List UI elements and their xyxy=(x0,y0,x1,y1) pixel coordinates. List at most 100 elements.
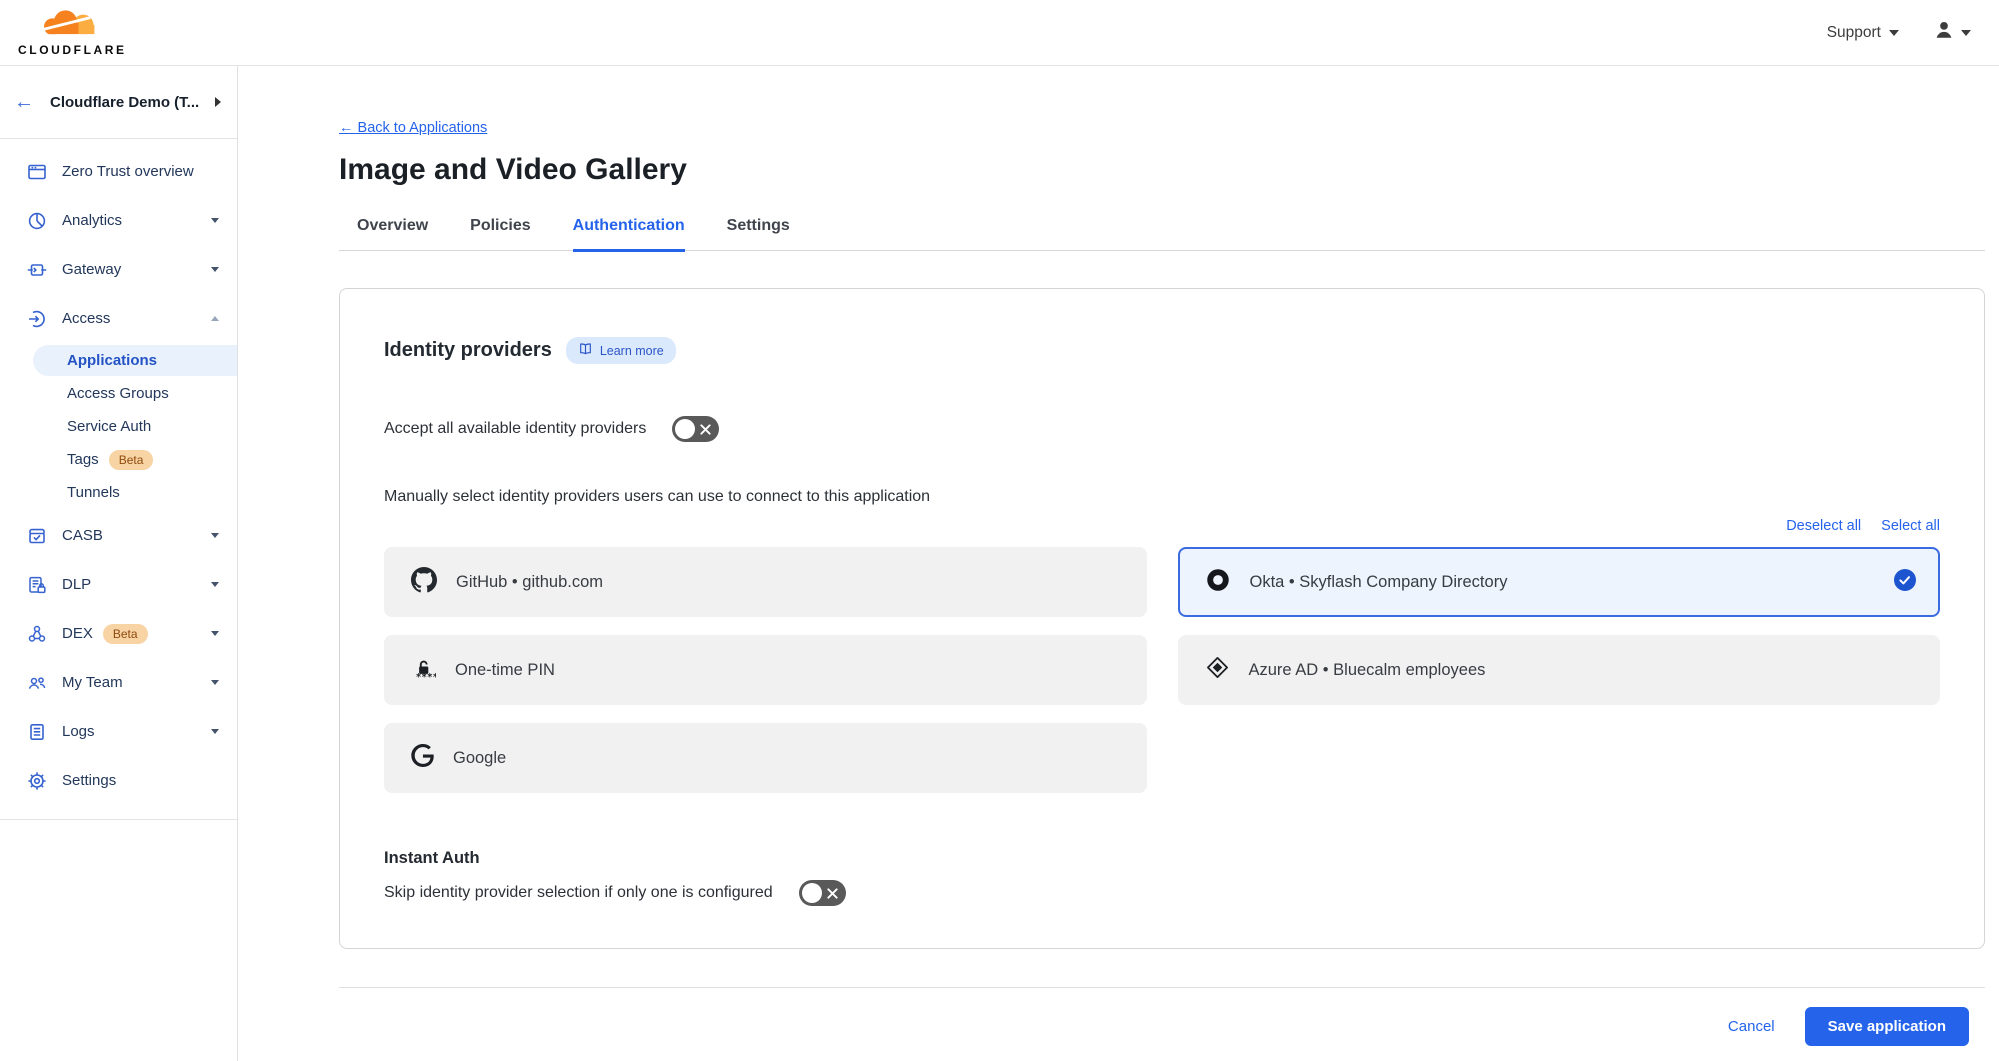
access-sub-list: Applications Access Groups Service Auth … xyxy=(0,345,237,509)
select-all-link[interactable]: Select all xyxy=(1881,518,1940,534)
footer-actions: Cancel Save application xyxy=(339,1007,1985,1046)
account-name: Cloudflare Demo (T... xyxy=(50,94,215,111)
cloudflare-logo[interactable]: CLOUDFLARE xyxy=(18,9,127,57)
gateway-icon xyxy=(27,260,47,280)
sidebar-item-access-groups[interactable]: Access Groups xyxy=(0,377,237,410)
page-title: Image and Video Gallery xyxy=(339,153,1985,187)
brand-wordmark: CLOUDFLARE xyxy=(18,43,127,57)
instant-auth-label: Skip identity provider selection if only… xyxy=(384,884,773,902)
okta-icon xyxy=(1205,567,1231,598)
beta-badge: Beta xyxy=(103,624,148,644)
accept-all-toggle[interactable] xyxy=(672,416,719,442)
user-icon xyxy=(1933,19,1955,46)
support-label: Support xyxy=(1827,24,1881,42)
tab-label: Policies xyxy=(470,217,530,234)
toggle-knob xyxy=(802,883,822,903)
sidebar-item-service-auth[interactable]: Service Auth xyxy=(0,410,237,443)
sidebar-item-zero-trust-overview[interactable]: Zero Trust overview xyxy=(0,147,237,196)
sidebar-item-gateway[interactable]: Gateway xyxy=(0,245,237,294)
sidebar-item-label: Analytics xyxy=(62,212,122,229)
card-heading: Identity providers xyxy=(384,339,552,362)
window-icon xyxy=(27,162,47,182)
user-menu[interactable] xyxy=(1933,19,1971,46)
tab-label: Settings xyxy=(727,217,790,234)
provider-name: GitHub • github.com xyxy=(456,573,603,592)
toggle-x-icon xyxy=(700,424,711,435)
save-application-button[interactable]: Save application xyxy=(1805,1007,1969,1046)
access-icon xyxy=(27,309,47,329)
provider-tile-azure-ad[interactable]: Azure AD • Bluecalm employees xyxy=(1178,635,1941,705)
sidebar-item-label: Zero Trust overview xyxy=(62,163,194,180)
sidebar-item-dlp[interactable]: DLP xyxy=(0,560,237,609)
google-icon xyxy=(411,744,434,772)
deselect-all-link[interactable]: Deselect all xyxy=(1786,518,1861,534)
team-icon xyxy=(27,673,47,693)
provider-tile-google[interactable]: Google xyxy=(384,723,1147,793)
svg-text:****: **** xyxy=(416,672,436,681)
sidebar-item-access[interactable]: Access xyxy=(0,294,237,343)
sidebar-item-label: Tags xyxy=(67,451,99,468)
learn-more-label: Learn more xyxy=(600,344,664,358)
tab-label: Overview xyxy=(357,217,428,234)
logs-icon xyxy=(27,722,47,742)
sidebar-item-label: My Team xyxy=(62,674,123,691)
provider-grid: GitHub • github.com Okta • Skyflash Comp… xyxy=(384,547,1940,793)
chevron-right-icon xyxy=(215,97,221,107)
tab-policies[interactable]: Policies xyxy=(470,217,530,252)
instant-auth-toggle[interactable] xyxy=(799,880,846,906)
selected-check-icon xyxy=(1894,569,1916,596)
provider-tile-github[interactable]: GitHub • github.com xyxy=(384,547,1147,617)
tab-label: Authentication xyxy=(573,217,685,234)
tab-settings[interactable]: Settings xyxy=(727,217,790,252)
support-menu[interactable]: Support xyxy=(1827,24,1899,42)
sidebar-item-label: Applications xyxy=(67,352,157,369)
chevron-down-icon xyxy=(211,533,219,538)
sidebar-item-label: Logs xyxy=(62,723,95,740)
chevron-up-icon xyxy=(211,316,219,321)
provider-name: Google xyxy=(453,749,506,768)
chevron-down-icon xyxy=(211,631,219,636)
identity-providers-card: Identity providers Learn more Accept all… xyxy=(339,288,1985,949)
document-lock-icon xyxy=(27,575,47,595)
sidebar-item-label: DLP xyxy=(62,576,91,593)
sidebar-item-logs[interactable]: Logs xyxy=(0,707,237,756)
sidebar-item-settings[interactable]: Settings xyxy=(0,756,237,805)
provider-tile-okta[interactable]: Okta • Skyflash Company Directory xyxy=(1178,547,1941,617)
azure-ad-icon xyxy=(1205,655,1230,685)
sidebar-nav: Zero Trust overview Analytics xyxy=(0,139,237,820)
sidebar: ← Cloudflare Demo (T... Zero Trust overv… xyxy=(0,66,238,1061)
instant-auth-heading: Instant Auth xyxy=(384,849,1940,868)
sidebar-item-applications[interactable]: Applications xyxy=(33,345,237,376)
back-to-applications-link[interactable]: ← Back to Applications xyxy=(339,120,487,136)
sidebar-item-label: Access xyxy=(62,310,110,327)
casb-icon xyxy=(27,526,47,546)
learn-more-badge[interactable]: Learn more xyxy=(566,337,676,364)
provider-tile-one-time-pin[interactable]: **** One-time PIN xyxy=(384,635,1147,705)
gear-icon xyxy=(27,771,47,791)
provider-name: Okta • Skyflash Company Directory xyxy=(1250,573,1508,592)
sidebar-item-label: Access Groups xyxy=(67,385,169,402)
toggle-knob xyxy=(675,419,695,439)
sidebar-item-label: Settings xyxy=(62,772,116,789)
sidebar-item-label: Gateway xyxy=(62,261,121,278)
sidebar-item-tunnels[interactable]: Tunnels xyxy=(0,476,237,509)
provider-name: Azure AD • Bluecalm employees xyxy=(1249,661,1486,680)
tab-overview[interactable]: Overview xyxy=(357,217,428,252)
back-arrow-icon[interactable]: ← xyxy=(14,92,34,112)
cancel-button[interactable]: Cancel xyxy=(1728,1018,1775,1035)
account-switcher[interactable]: ← Cloudflare Demo (T... xyxy=(0,66,237,139)
sidebar-item-analytics[interactable]: Analytics xyxy=(0,196,237,245)
tab-authentication[interactable]: Authentication xyxy=(573,217,685,252)
one-time-pin-icon: **** xyxy=(411,655,436,686)
chevron-down-icon xyxy=(1961,30,1971,36)
chevron-down-icon xyxy=(1889,30,1899,36)
chevron-down-icon xyxy=(211,582,219,587)
sidebar-item-my-team[interactable]: My Team xyxy=(0,658,237,707)
sidebar-item-dex[interactable]: DEX Beta xyxy=(0,609,237,658)
sidebar-item-label: Service Auth xyxy=(67,418,151,435)
cloudflare-cloud-icon xyxy=(41,9,103,42)
tab-bar: Overview Policies Authentication Setting… xyxy=(339,217,1985,251)
sidebar-item-casb[interactable]: CASB xyxy=(0,511,237,560)
chevron-down-icon xyxy=(211,267,219,272)
sidebar-item-tags[interactable]: Tags Beta xyxy=(0,443,237,476)
